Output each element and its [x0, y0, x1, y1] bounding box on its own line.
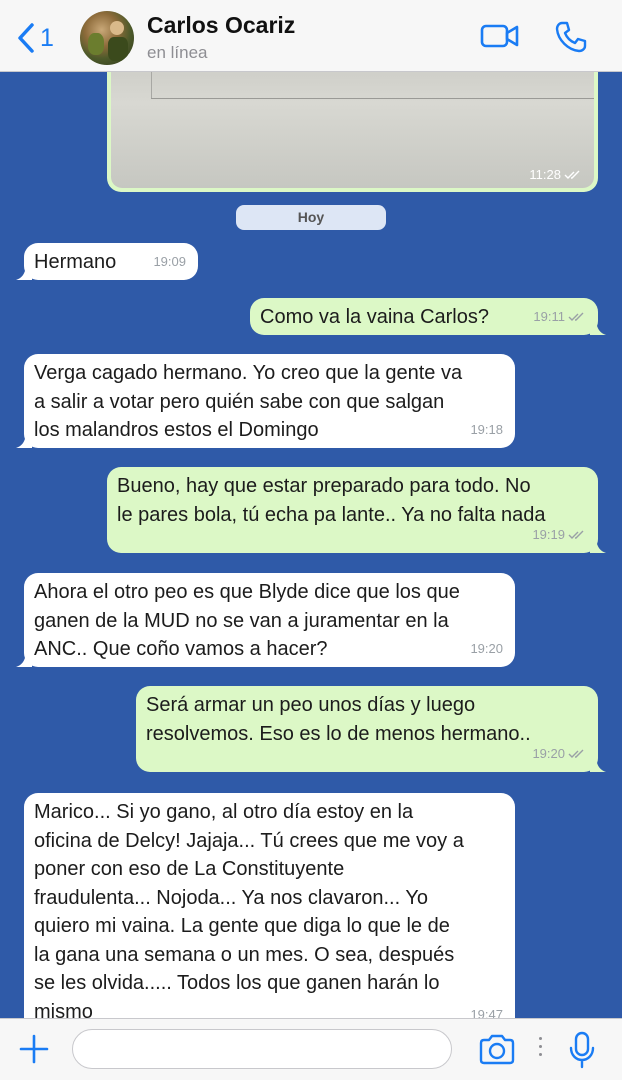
- message-time: 19:11: [533, 308, 565, 324]
- image-preview: 11:28: [111, 72, 594, 188]
- separator-dots: [539, 1037, 543, 1063]
- contact-name[interactable]: Carlos Ocariz: [147, 12, 295, 39]
- bubble-tail: [590, 321, 606, 335]
- attach-button[interactable]: [18, 1033, 50, 1070]
- message-time: 19:09: [153, 253, 186, 269]
- camera-icon: [479, 1034, 515, 1065]
- chat-header: 1 Carlos Ocariz en línea: [0, 0, 622, 72]
- message-meta: 19:18: [470, 416, 503, 445]
- message-input[interactable]: [72, 1029, 452, 1069]
- microphone-icon: [569, 1031, 595, 1069]
- bubble-tail: [16, 266, 32, 280]
- message-time: 19:47: [470, 1006, 503, 1019]
- message-meta: 19:20: [532, 740, 586, 769]
- microphone-button[interactable]: [568, 1031, 596, 1074]
- message-text: Bueno, hay que estar preparado para todo…: [117, 475, 546, 526]
- back-button[interactable]: 1: [16, 20, 54, 56]
- incoming-message[interactable]: Verga cagado hermano. Yo creo que la gen…: [16, 354, 515, 448]
- outgoing-message[interactable]: Bueno, hay que estar preparado para todo…: [107, 467, 606, 553]
- double-check-icon: [568, 530, 584, 539]
- message-text: Verga cagado hermano. Yo creo que la gen…: [34, 362, 463, 441]
- incoming-message[interactable]: Ahora el otro peo es que Blyde dice que …: [16, 573, 515, 667]
- camera-button[interactable]: [478, 1033, 516, 1070]
- bubble-tail: [16, 653, 32, 667]
- incoming-message[interactable]: Hermano 19:09: [16, 243, 198, 280]
- message-meta: 19:09: [153, 248, 186, 277]
- plus-icon: [19, 1034, 49, 1064]
- message-time: 19:18: [470, 421, 503, 437]
- video-call-button[interactable]: [480, 20, 520, 57]
- message-time: 19:20: [470, 640, 503, 656]
- video-call-icon: [480, 24, 519, 48]
- double-check-icon: [568, 312, 584, 321]
- unread-count: 1: [40, 23, 54, 52]
- chat-area[interactable]: 11:28 Hoy Hermano 19:09 Como va la vaina…: [0, 72, 622, 1018]
- bubble-tail: [590, 758, 606, 772]
- message-meta: 19:11: [533, 303, 586, 332]
- incoming-message[interactable]: Marico... Si yo gano, al otro día estoy …: [24, 793, 515, 1018]
- message-time: 19:20: [532, 745, 565, 761]
- double-check-icon: [564, 170, 580, 179]
- outgoing-message[interactable]: Será armar un peo unos días y luego reso…: [136, 686, 606, 772]
- message-meta: 19:20: [470, 635, 503, 664]
- composer-bar: [0, 1018, 622, 1080]
- message-meta: 19:47: [470, 1001, 503, 1019]
- date-separator: Hoy: [236, 205, 386, 230]
- message-text: Ahora el otro peo es que Blyde dice que …: [34, 581, 460, 660]
- avatar[interactable]: [80, 11, 134, 65]
- outgoing-message[interactable]: Como va la vaina Carlos? 19:11: [250, 298, 606, 335]
- message-text: Será armar un peo unos días y luego reso…: [146, 694, 531, 745]
- bubble-tail: [16, 434, 32, 448]
- message-text: Marico... Si yo gano, al otro día estoy …: [34, 801, 464, 1018]
- message-time: 11:28: [529, 167, 561, 182]
- bubble-tail: [590, 539, 606, 553]
- phone-icon: [555, 21, 587, 53]
- double-check-icon: [568, 749, 584, 758]
- message-meta: 11:28: [529, 167, 582, 182]
- message-meta: 19:19: [532, 521, 586, 550]
- chevron-left-icon: [18, 23, 34, 53]
- contact-status: en línea: [147, 43, 208, 62]
- image-message[interactable]: 11:28: [107, 72, 598, 192]
- message-time: 19:19: [532, 526, 565, 542]
- voice-call-button[interactable]: [554, 20, 588, 59]
